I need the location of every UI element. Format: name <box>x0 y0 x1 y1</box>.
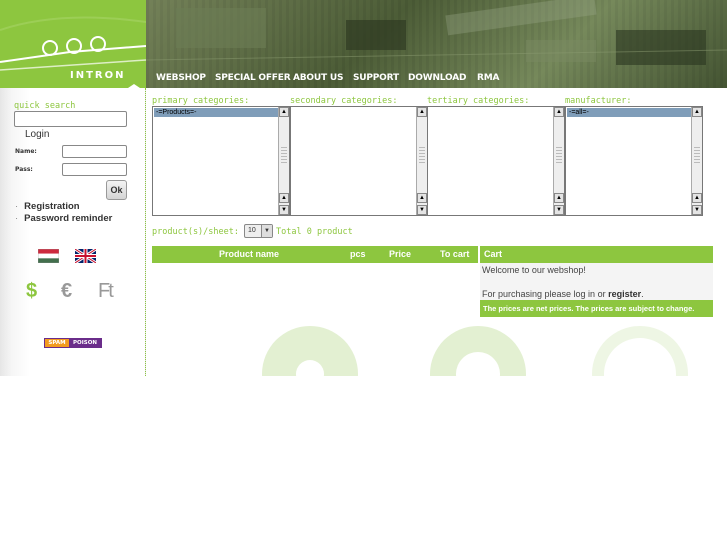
nav-download[interactable]: DOWNLOAD <box>408 73 466 83</box>
cart-panel: Welcome to our webshop! For purchasing p… <box>480 263 713 300</box>
scroll-grip[interactable] <box>694 147 700 165</box>
scroll-grip[interactable] <box>556 147 562 165</box>
secondary-categories-list[interactable]: ▲ ▲ ▼ <box>290 106 428 216</box>
register-link[interactable]: register <box>608 289 641 299</box>
sidebar: quick search Login Name: Pass: Ok · Regis… <box>0 88 146 376</box>
tertiary-categories-label: tertiary categories: <box>427 96 530 106</box>
spam-poison-left: SPAM <box>45 339 69 347</box>
cart-login-text: For purchasing please log in or register… <box>482 289 644 299</box>
manufacturer-label: manufacturer: <box>565 96 632 106</box>
scroll-up-icon[interactable]: ▲ <box>692 193 702 203</box>
products-per-sheet-select[interactable]: 10 ▼ <box>244 224 273 238</box>
cart-login-suffix: . <box>641 289 644 299</box>
products-per-sheet-value: 10 <box>248 227 256 234</box>
login-ok-button[interactable]: Ok <box>106 180 127 200</box>
nav-support[interactable]: SUPPORT <box>353 73 399 83</box>
name-label: Name: <box>15 148 37 155</box>
column-to-cart: To cart <box>440 249 470 259</box>
currency-usd-icon[interactable]: $ <box>26 280 37 303</box>
scroll-up-icon[interactable]: ▲ <box>692 107 702 117</box>
scroll-down-icon[interactable]: ▼ <box>279 205 289 215</box>
spam-poison-right: POISON <box>69 339 101 347</box>
name-field[interactable] <box>62 145 127 158</box>
password-reminder-link[interactable]: · Password reminder <box>15 213 112 224</box>
cart-welcome-text: Welcome to our webshop! <box>482 265 586 275</box>
primary-categories-list[interactable]: -=Products=- ▲ ▲ ▼ <box>152 106 290 216</box>
products-per-sheet-label: product(s)/sheet: <box>152 227 239 237</box>
cart-title: Cart <box>480 246 713 263</box>
scrollbar[interactable]: ▲ ▲ ▼ <box>416 107 427 215</box>
registration-link-label: Registration <box>24 201 80 212</box>
scroll-up-icon[interactable]: ▲ <box>417 107 427 117</box>
page-footer-area <box>0 376 727 545</box>
manufacturer-list[interactable]: -=all=- ▲ ▲ ▼ <box>565 106 703 216</box>
tertiary-categories-list[interactable]: ▲ ▲ ▼ <box>427 106 565 216</box>
scroll-up-icon[interactable]: ▲ <box>279 193 289 203</box>
scroll-up-icon[interactable]: ▲ <box>554 193 564 203</box>
currency-huf-icon[interactable]: Ft <box>98 280 114 303</box>
scroll-down-icon[interactable]: ▼ <box>692 205 702 215</box>
scroll-grip[interactable] <box>419 147 425 165</box>
bullet: · <box>15 213 19 224</box>
scroll-down-icon[interactable]: ▼ <box>417 205 427 215</box>
manufacturer-option[interactable]: -=all=- <box>567 108 691 117</box>
password-reminder-link-label: Password reminder <box>24 213 113 224</box>
nav-special-offer[interactable]: SPECIAL OFFER <box>215 73 291 83</box>
scrollbar[interactable]: ▲ ▲ ▼ <box>278 107 289 215</box>
registration-link[interactable]: · Registration <box>15 201 80 212</box>
scroll-up-icon[interactable]: ▲ <box>279 107 289 117</box>
price-note: The prices are net prices. The prices ar… <box>480 300 713 317</box>
login-heading: Login <box>25 129 50 140</box>
scrollbar[interactable]: ▲ ▲ ▼ <box>691 107 702 215</box>
logo[interactable]: INTRON <box>0 0 146 88</box>
scrollbar[interactable]: ▲ ▲ ▼ <box>553 107 564 215</box>
cart-login-prompt: For purchasing please log in or <box>482 289 606 299</box>
nav-webshop[interactable]: WEBSHOP <box>156 73 206 83</box>
chevron-down-icon[interactable]: ▼ <box>261 225 272 237</box>
column-price: Price <box>389 249 412 259</box>
scroll-up-icon[interactable]: ▲ <box>417 193 427 203</box>
header: INTRON WEBSHOP SPECIAL OFFER ABOUT US SU… <box>0 0 727 88</box>
primary-categories-label: primary categories: <box>152 96 250 106</box>
password-field[interactable] <box>62 163 127 176</box>
quick-search-input[interactable] <box>14 111 127 127</box>
logo-text: INTRON <box>70 70 126 81</box>
nav-about-us[interactable]: ABOUT US <box>293 73 343 83</box>
hungarian-flag-icon[interactable] <box>38 249 59 263</box>
scroll-down-icon[interactable]: ▼ <box>554 205 564 215</box>
pass-label: Pass: <box>15 166 33 173</box>
main-content: primary categories: secondary categories… <box>146 88 727 376</box>
primary-categories-option[interactable]: -=Products=- <box>154 108 278 117</box>
column-pcs: pcs <box>350 249 366 259</box>
scroll-grip[interactable] <box>281 147 287 165</box>
scroll-up-icon[interactable]: ▲ <box>554 107 564 117</box>
total-products: Total 0 product <box>276 227 353 237</box>
spam-poison-badge[interactable]: SPAM POISON <box>44 338 102 348</box>
uk-flag-icon[interactable] <box>75 249 96 263</box>
quick-search-label: quick search <box>14 101 76 111</box>
main-nav: WEBSHOP SPECIAL OFFER ABOUT US SUPPORT D… <box>146 70 727 88</box>
secondary-categories-label: secondary categories: <box>290 96 398 106</box>
product-table-header: Product name pcs Price To cart <box>152 246 478 263</box>
column-product-name: Product name <box>219 249 280 259</box>
bullet: · <box>15 201 19 212</box>
currency-eur-icon[interactable]: € <box>61 280 72 303</box>
nav-rma[interactable]: RMA <box>477 73 499 83</box>
